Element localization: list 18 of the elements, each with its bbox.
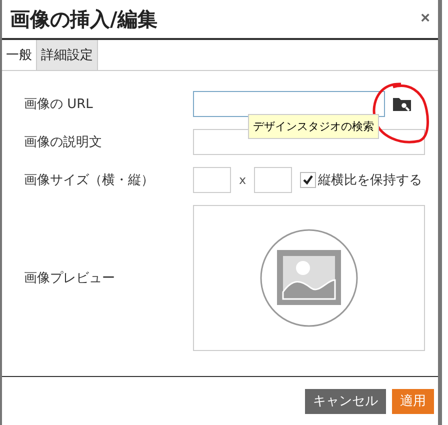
checkbox[interactable] bbox=[300, 172, 316, 188]
tooltip: デザインスタジオの検索 bbox=[248, 114, 379, 139]
field-label: 画像の説明文 bbox=[24, 134, 103, 151]
dialog-title: 画像の挿入/編集 bbox=[10, 6, 158, 32]
cancel-button[interactable]: キャンセル bbox=[305, 388, 386, 414]
url-field[interactable] bbox=[193, 91, 385, 117]
field-label: 画像サイズ（横・縦） bbox=[24, 172, 155, 189]
close-button[interactable]: × bbox=[420, 10, 430, 28]
folder-search-icon[interactable] bbox=[392, 96, 412, 112]
tab[interactable]: 詳細設定 bbox=[36, 40, 98, 70]
width-field[interactable] bbox=[193, 167, 231, 193]
field-label: 画像の URL bbox=[24, 96, 94, 113]
height-field[interactable] bbox=[254, 167, 292, 193]
image-placeholder-icon bbox=[259, 228, 359, 328]
checkbox-label: 縦横比を保持する bbox=[318, 172, 422, 189]
field-label: 画像プレビュー bbox=[24, 270, 116, 287]
dimension-separator: x bbox=[239, 173, 246, 187]
apply-button[interactable]: 適用 bbox=[392, 388, 434, 414]
